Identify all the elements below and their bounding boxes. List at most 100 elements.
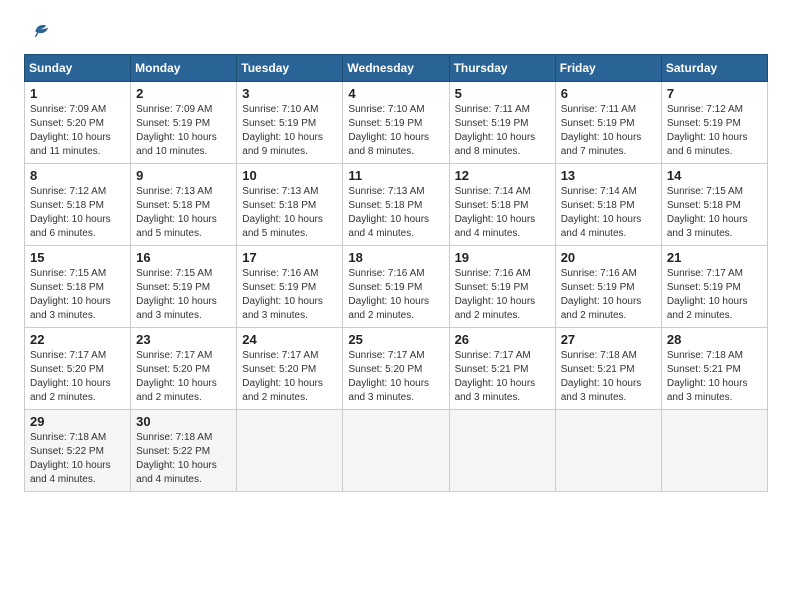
col-header-thursday: Thursday — [449, 55, 555, 82]
calendar-cell: 11 Sunrise: 7:13 AM Sunset: 5:18 PM Dayli… — [343, 164, 449, 246]
calendar-cell: 23 Sunrise: 7:17 AM Sunset: 5:20 PM Dayli… — [131, 328, 237, 410]
calendar-cell: 17 Sunrise: 7:16 AM Sunset: 5:19 PM Dayli… — [237, 246, 343, 328]
day-info: Sunrise: 7:14 AM Sunset: 5:18 PM Dayligh… — [561, 185, 656, 241]
calendar-cell: 5 Sunrise: 7:11 AM Sunset: 5:19 PM Daylig… — [449, 82, 555, 164]
day-number: 22 — [30, 332, 125, 347]
day-number: 14 — [667, 168, 762, 183]
day-info: Sunrise: 7:17 AM Sunset: 5:19 PM Dayligh… — [667, 267, 762, 323]
calendar-cell — [555, 410, 661, 492]
calendar-cell: 8 Sunrise: 7:12 AM Sunset: 5:18 PM Daylig… — [25, 164, 131, 246]
col-header-sunday: Sunday — [25, 55, 131, 82]
day-number: 23 — [136, 332, 231, 347]
day-number: 30 — [136, 414, 231, 429]
calendar-cell: 24 Sunrise: 7:17 AM Sunset: 5:20 PM Dayli… — [237, 328, 343, 410]
day-info: Sunrise: 7:18 AM Sunset: 5:22 PM Dayligh… — [136, 431, 231, 487]
day-number: 25 — [348, 332, 443, 347]
day-info: Sunrise: 7:16 AM Sunset: 5:19 PM Dayligh… — [561, 267, 656, 323]
calendar-body: 1 Sunrise: 7:09 AM Sunset: 5:20 PM Daylig… — [25, 82, 768, 492]
calendar-cell: 7 Sunrise: 7:12 AM Sunset: 5:19 PM Daylig… — [661, 82, 767, 164]
day-number: 28 — [667, 332, 762, 347]
day-info: Sunrise: 7:15 AM Sunset: 5:19 PM Dayligh… — [136, 267, 231, 323]
day-info: Sunrise: 7:18 AM Sunset: 5:21 PM Dayligh… — [561, 349, 656, 405]
calendar-cell — [343, 410, 449, 492]
day-number: 20 — [561, 250, 656, 265]
day-info: Sunrise: 7:17 AM Sunset: 5:20 PM Dayligh… — [242, 349, 337, 405]
day-number: 21 — [667, 250, 762, 265]
calendar-cell: 19 Sunrise: 7:16 AM Sunset: 5:19 PM Dayli… — [449, 246, 555, 328]
calendar-cell: 9 Sunrise: 7:13 AM Sunset: 5:18 PM Daylig… — [131, 164, 237, 246]
day-info: Sunrise: 7:15 AM Sunset: 5:18 PM Dayligh… — [667, 185, 762, 241]
day-number: 13 — [561, 168, 656, 183]
day-info: Sunrise: 7:15 AM Sunset: 5:18 PM Dayligh… — [30, 267, 125, 323]
day-info: Sunrise: 7:17 AM Sunset: 5:20 PM Dayligh… — [136, 349, 231, 405]
day-info: Sunrise: 7:09 AM Sunset: 5:20 PM Dayligh… — [30, 103, 125, 159]
logo-bird-icon — [24, 20, 52, 48]
logo — [24, 20, 52, 48]
calendar-cell: 16 Sunrise: 7:15 AM Sunset: 5:19 PM Dayli… — [131, 246, 237, 328]
day-number: 9 — [136, 168, 231, 183]
calendar-cell — [449, 410, 555, 492]
calendar-cell: 3 Sunrise: 7:10 AM Sunset: 5:19 PM Daylig… — [237, 82, 343, 164]
day-number: 27 — [561, 332, 656, 347]
col-header-saturday: Saturday — [661, 55, 767, 82]
calendar-week-2: 8 Sunrise: 7:12 AM Sunset: 5:18 PM Daylig… — [25, 164, 768, 246]
calendar-table: SundayMondayTuesdayWednesdayThursdayFrid… — [24, 54, 768, 492]
calendar-cell: 18 Sunrise: 7:16 AM Sunset: 5:19 PM Dayli… — [343, 246, 449, 328]
day-number: 29 — [30, 414, 125, 429]
calendar-cell: 2Sunrise: 7:09 AM Sunset: 5:19 PM Daylig… — [131, 82, 237, 164]
calendar-cell: 10 Sunrise: 7:13 AM Sunset: 5:18 PM Dayli… — [237, 164, 343, 246]
day-info: Sunrise: 7:10 AM Sunset: 5:19 PM Dayligh… — [242, 103, 337, 159]
day-number: 26 — [455, 332, 550, 347]
col-header-tuesday: Tuesday — [237, 55, 343, 82]
day-number: 10 — [242, 168, 337, 183]
day-info: Sunrise: 7:16 AM Sunset: 5:19 PM Dayligh… — [242, 267, 337, 323]
header — [24, 20, 768, 48]
day-info: Sunrise: 7:13 AM Sunset: 5:18 PM Dayligh… — [136, 185, 231, 241]
calendar-cell: 14 Sunrise: 7:15 AM Sunset: 5:18 PM Dayli… — [661, 164, 767, 246]
calendar-cell: 21 Sunrise: 7:17 AM Sunset: 5:19 PM Dayli… — [661, 246, 767, 328]
calendar-cell — [661, 410, 767, 492]
calendar-cell: 4 Sunrise: 7:10 AM Sunset: 5:19 PM Daylig… — [343, 82, 449, 164]
calendar-cell: 25Sunrise: 7:17 AM Sunset: 5:20 PM Dayli… — [343, 328, 449, 410]
day-number: 2 — [136, 86, 231, 101]
day-number: 16 — [136, 250, 231, 265]
day-info: Sunrise: 7:16 AM Sunset: 5:19 PM Dayligh… — [455, 267, 550, 323]
calendar-week-3: 15Sunrise: 7:15 AM Sunset: 5:18 PM Dayli… — [25, 246, 768, 328]
day-info: Sunrise: 7:10 AM Sunset: 5:19 PM Dayligh… — [348, 103, 443, 159]
calendar-header-row: SundayMondayTuesdayWednesdayThursdayFrid… — [25, 55, 768, 82]
calendar-cell: 20 Sunrise: 7:16 AM Sunset: 5:19 PM Dayli… — [555, 246, 661, 328]
day-info: Sunrise: 7:18 AM Sunset: 5:22 PM Dayligh… — [30, 431, 125, 487]
day-number: 1 — [30, 86, 125, 101]
calendar-week-1: 1 Sunrise: 7:09 AM Sunset: 5:20 PM Daylig… — [25, 82, 768, 164]
day-number: 19 — [455, 250, 550, 265]
day-number: 6 — [561, 86, 656, 101]
day-info: Sunrise: 7:18 AM Sunset: 5:21 PM Dayligh… — [667, 349, 762, 405]
day-number: 8 — [30, 168, 125, 183]
day-info: Sunrise: 7:12 AM Sunset: 5:19 PM Dayligh… — [667, 103, 762, 159]
calendar-cell: 13 Sunrise: 7:14 AM Sunset: 5:18 PM Dayli… — [555, 164, 661, 246]
day-info: Sunrise: 7:13 AM Sunset: 5:18 PM Dayligh… — [348, 185, 443, 241]
day-info: Sunrise: 7:12 AM Sunset: 5:18 PM Dayligh… — [30, 185, 125, 241]
calendar-cell: 12Sunrise: 7:14 AM Sunset: 5:18 PM Dayli… — [449, 164, 555, 246]
day-info: Sunrise: 7:17 AM Sunset: 5:21 PM Dayligh… — [455, 349, 550, 405]
day-number: 24 — [242, 332, 337, 347]
calendar-cell: 27 Sunrise: 7:18 AM Sunset: 5:21 PM Dayli… — [555, 328, 661, 410]
calendar-cell: 28 Sunrise: 7:18 AM Sunset: 5:21 PM Dayli… — [661, 328, 767, 410]
calendar-cell: 22Sunrise: 7:17 AM Sunset: 5:20 PM Dayli… — [25, 328, 131, 410]
calendar-cell: 30 Sunrise: 7:18 AM Sunset: 5:22 PM Dayli… — [131, 410, 237, 492]
day-number: 7 — [667, 86, 762, 101]
col-header-wednesday: Wednesday — [343, 55, 449, 82]
col-header-friday: Friday — [555, 55, 661, 82]
day-number: 3 — [242, 86, 337, 101]
day-number: 11 — [348, 168, 443, 183]
day-number: 4 — [348, 86, 443, 101]
day-info: Sunrise: 7:16 AM Sunset: 5:19 PM Dayligh… — [348, 267, 443, 323]
day-info: Sunrise: 7:11 AM Sunset: 5:19 PM Dayligh… — [455, 103, 550, 159]
day-info: Sunrise: 7:13 AM Sunset: 5:18 PM Dayligh… — [242, 185, 337, 241]
calendar-week-4: 22 Sunrise: 7:17 AM Sunset: 5:20 PM Dayli… — [25, 328, 768, 410]
col-header-monday: Monday — [131, 55, 237, 82]
day-number: 5 — [455, 86, 550, 101]
day-number: 18 — [348, 250, 443, 265]
day-number: 17 — [242, 250, 337, 265]
day-number: 12 — [455, 168, 550, 183]
